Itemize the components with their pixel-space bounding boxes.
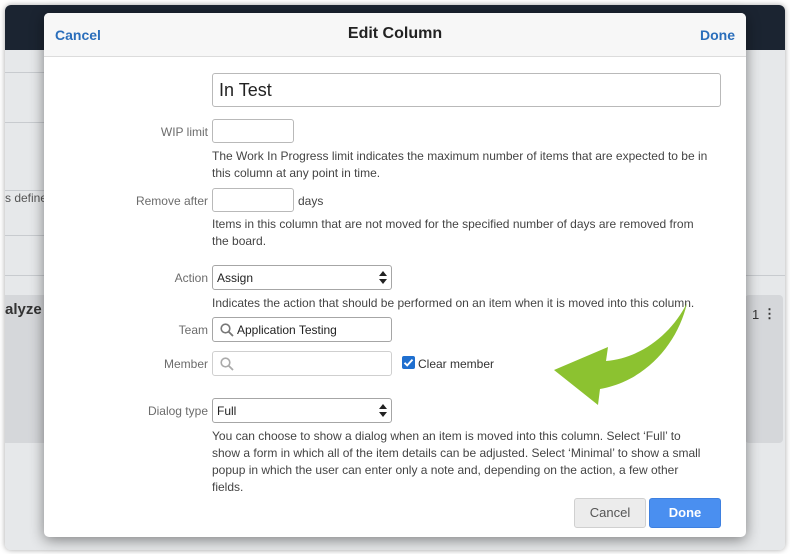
lane-count: 1 <box>752 307 760 322</box>
team-value: Application Testing <box>237 323 337 337</box>
wip-limit-help: The Work In Progress limit indicates the… <box>212 149 708 180</box>
updown-arrow-icon <box>379 404 387 417</box>
magnifier-icon <box>220 357 234 371</box>
remove-after-help: Items in this column that are not moved … <box>212 217 694 248</box>
edit-column-dialog: Cancel Edit Column Done In Test WIP limi… <box>44 13 746 537</box>
dialog-header: Cancel Edit Column Done <box>44 13 746 57</box>
dialog-type-help: You can choose to show a dialog when an … <box>212 429 701 494</box>
column-name-input[interactable]: In Test <box>212 73 721 107</box>
days-unit-label: days <box>298 194 324 208</box>
dialog-type-select-value: Full <box>217 404 237 418</box>
curved-arrow-icon <box>554 303 687 405</box>
cancel-button[interactable]: Cancel <box>574 498 646 528</box>
updown-arrow-icon <box>379 271 387 284</box>
dialog-type-select[interactable]: Full <box>212 398 392 423</box>
team-label: Team <box>178 323 208 337</box>
clear-member-checkbox[interactable] <box>402 356 415 369</box>
magnifier-icon <box>220 323 234 337</box>
dialog-type-label: Dialog type <box>147 404 208 418</box>
header-done-button[interactable]: Done <box>700 27 735 43</box>
clear-member-label: Clear member <box>418 357 495 371</box>
team-search-input[interactable]: Application Testing <box>212 317 392 342</box>
done-button[interactable]: Done <box>649 498 721 528</box>
member-search-input[interactable] <box>212 351 392 376</box>
action-select-value: Assign <box>217 271 254 285</box>
remove-after-input[interactable] <box>212 188 294 212</box>
action-select[interactable]: Assign <box>212 265 392 290</box>
wip-limit-input[interactable] <box>212 119 294 143</box>
checkmark-icon <box>403 358 414 367</box>
wip-limit-label: WIP limit <box>160 125 208 139</box>
dialog-title: Edit Column <box>347 25 443 42</box>
remove-after-label: Remove after <box>135 194 208 208</box>
action-label: Action <box>174 271 208 285</box>
more-options-icon: ⋮ <box>763 306 776 321</box>
member-label: Member <box>163 357 208 371</box>
background-lane-title: alyze <box>5 301 42 318</box>
